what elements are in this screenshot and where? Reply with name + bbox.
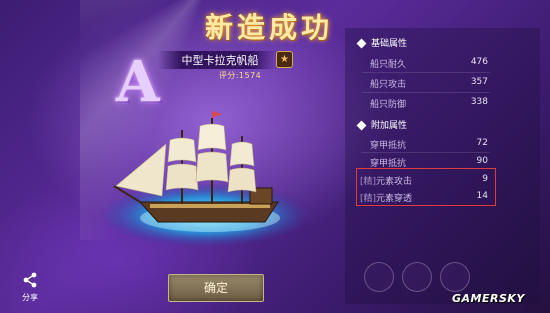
stat-row: 船只耐久 476 — [370, 57, 488, 70]
divider — [362, 92, 490, 93]
confirm-button[interactable]: 确定 — [168, 274, 264, 302]
divider — [362, 152, 490, 153]
stat-row: 船只攻击 357 — [370, 77, 488, 90]
sail — [195, 151, 229, 183]
sail — [167, 137, 197, 163]
sail — [197, 123, 227, 151]
scene-background: 新造成功 A 中型卡拉克帆船 ★ 评分:1574 基础属性 船只耐久 476 船… — [0, 0, 550, 313]
basic-attributes-header: 基础属性 — [356, 36, 478, 50]
hull-trim — [150, 204, 270, 208]
page-title: 新造成功 — [205, 11, 334, 44]
stat-row: [精]元素攻击 9 — [360, 174, 488, 187]
divider — [362, 72, 490, 73]
ship-score: 评分:1574 — [218, 71, 262, 80]
watermark: GAMERSKY — [452, 292, 525, 305]
ship-name: 中型卡拉克帆船 — [181, 54, 259, 67]
sail — [165, 163, 199, 191]
equipment-slot[interactable] — [440, 262, 470, 292]
stat-row: 穿甲抵抗 72 — [370, 138, 488, 151]
sail — [229, 141, 255, 167]
extra-attributes-header: 附加属性 — [356, 118, 478, 132]
sail — [227, 167, 257, 193]
ship-illustration — [100, 111, 310, 247]
equipment-slot[interactable] — [402, 262, 432, 292]
diamond-icon — [356, 38, 367, 49]
jib-sail — [115, 143, 167, 197]
stat-row: 船只防御 338 — [370, 97, 488, 110]
share-label: 分享 — [22, 293, 38, 302]
star-badge-icon[interactable]: ★ — [276, 51, 293, 68]
share-icon — [23, 272, 37, 288]
share-button[interactable]: 分享 — [18, 272, 42, 306]
equipment-slot[interactable] — [364, 262, 394, 292]
diamond-icon — [356, 120, 367, 131]
flag — [212, 111, 222, 118]
stat-row: [精]元素穿透 14 — [360, 191, 488, 204]
